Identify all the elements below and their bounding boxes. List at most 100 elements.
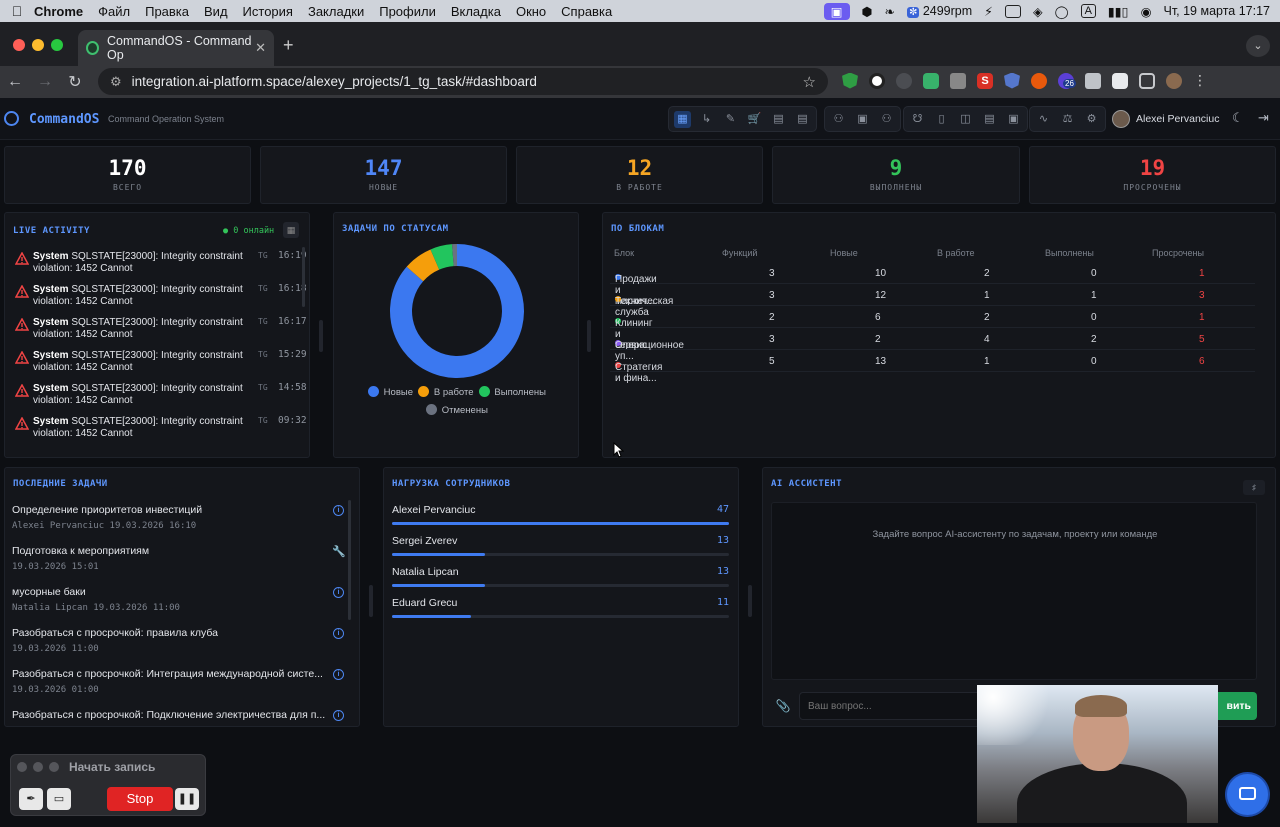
recorder-stop-button[interactable]: Stop [107,787,173,811]
workload-item[interactable]: Eduard Grecu 11 [392,597,729,618]
sun-extension-icon[interactable] [1031,72,1047,89]
window-zoom-button[interactable] [51,39,63,51]
team-icon[interactable]: ⚇ [878,111,895,128]
activity-item[interactable]: System SQLSTATE[23000]: Integrity constr… [15,249,307,282]
resize-handle-4[interactable] [748,585,752,617]
extensions-puzzle-icon[interactable] [1139,72,1155,89]
bolt-icon[interactable]: ⚡ [984,4,993,19]
image-icon[interactable]: ▣ [1005,111,1022,128]
blocks-table-row[interactable]: Клининг и сервис 2 6 2 0 1 [610,306,1255,351]
menu-help[interactable]: Справка [561,4,612,19]
s-extension-icon[interactable]: S [977,72,993,89]
settings-gear-icon[interactable]: ⚙ [1083,111,1100,128]
layers-icon[interactable]: ◈ [1033,4,1043,19]
recorder-screen-icon[interactable]: ▭ [47,788,71,810]
legend-new[interactable]: Новые [368,386,413,398]
reload-icon[interactable]: ↻ [60,72,90,92]
apple-logo-icon[interactable]:  [0,3,34,19]
blocks-table-row[interactable]: Техническая служба 3 12 1 1 3 [610,284,1255,318]
activity-item[interactable]: System SQLSTATE[23000]: Integrity constr… [15,381,307,414]
workload-item[interactable]: Natalia Lipcan 13 [392,566,729,587]
tag-extension-icon[interactable] [1112,72,1128,89]
tasks-scrollbar[interactable] [348,500,351,620]
folder-extension-icon[interactable] [1085,72,1101,89]
stat-card-overdue[interactable]: 19 просрочены [1029,146,1276,204]
cart-icon[interactable]: 🛒 [746,111,763,128]
users-icon[interactable]: ⚇ [830,111,847,128]
stat-card-total[interactable]: 170 всего [4,146,251,204]
activity-icon[interactable]: ∿ [1035,111,1052,128]
archive-icon[interactable]: ▤ [981,111,998,128]
address-bar[interactable]: ⚙ integration.ai-platform.space/alexey_p… [98,68,828,95]
document-edit-icon[interactable]: ✎ [722,111,739,128]
screen-share-icon[interactable]: ▣ [823,2,850,20]
blocks-table-row[interactable]: Операционное уп... 3 2 4 2 5 [610,328,1255,362]
window-minimize-button[interactable] [32,39,44,51]
menu-tab[interactable]: Вкладка [451,4,501,19]
bot-icon[interactable]: ▣ [854,111,871,128]
drive-extension-icon[interactable] [950,72,966,89]
resize-handle-1[interactable] [319,320,323,352]
fan-speed-icon[interactable]: ✼ 2499rpm [906,4,972,18]
bookmark-star-icon[interactable]: ☆ [803,73,816,91]
new-tab-icon[interactable]: + [283,35,294,56]
shield-blue-extension-icon[interactable] [1004,72,1020,89]
leaf-icon[interactable]: ❧ [884,4,894,19]
box-icon[interactable]: ⬢ [862,4,873,19]
site-settings-icon[interactable]: ⚙ [110,74,122,90]
resize-handle-3[interactable] [369,585,373,617]
blocks-table-row[interactable]: Продажи и маркет... 3 10 2 0 1 [610,262,1255,307]
report-icon[interactable]: ▤ [794,111,811,128]
legend-done[interactable]: Выполнены [478,386,546,398]
window-close-button[interactable] [13,39,25,51]
workload-item[interactable]: Sergei Zverev 13 [392,535,729,556]
stat-card-done[interactable]: 9 выполнены [772,146,1020,204]
brand-name[interactable]: CommandOS [29,112,99,127]
structure-icon[interactable]: ☋ [909,111,926,128]
recorder-zoom-button[interactable] [49,762,59,772]
back-icon[interactable]: ← [0,73,30,91]
dashboard-icon[interactable]: ▦ [674,110,691,128]
stat-card-new[interactable]: 147 новые [260,146,507,204]
battery-icon[interactable]: ▮▮▯ [1108,4,1129,19]
mute-icon[interactable]: ♯ [1243,480,1265,495]
menu-history[interactable]: История [243,4,293,19]
puzzle-gray-extension-icon[interactable] [896,72,912,89]
theme-moon-icon[interactable]: ☾ [1232,110,1244,126]
logout-icon[interactable]: ⇥ [1258,110,1269,126]
resize-handle-2[interactable] [587,320,591,352]
badge-extension-icon[interactable]: 26 [1058,72,1076,89]
browser-tab[interactable]: CommandOS - Command Op ✕ [78,30,274,66]
menu-file[interactable]: Файл [98,4,130,19]
calendar-icon[interactable]: ▤ [770,111,787,128]
task-item[interactable]: мусорные баки Natalia Lipcan 19.03.2026 1… [12,586,348,613]
flask-icon[interactable]: ⚖ [1059,111,1076,128]
task-item[interactable]: Определение приоритетов инвестиций Alexei… [12,504,348,531]
recorder-minimize-button[interactable] [33,762,43,772]
workload-item[interactable]: Alexei Pervanciuc 47 [392,504,729,525]
activity-item[interactable]: System SQLSTATE[23000]: Integrity constr… [15,348,307,381]
legend-in-work[interactable]: В работе [418,386,474,398]
tab-search-icon[interactable]: ⌄ [1246,35,1270,57]
capsule-icon[interactable]: ◯ [1055,4,1069,19]
recorder-pause-icon[interactable]: ❚❚ [175,788,199,810]
menu-view[interactable]: Вид [204,4,228,19]
activity-item[interactable]: System SQLSTATE[23000]: Integrity constr… [15,414,307,447]
browser-menu-icon[interactable]: ⋮ [1193,72,1207,89]
task-item[interactable]: Разобраться с просрочкой: Подключение эл… [12,709,348,726]
profile-avatar-icon[interactable] [1166,72,1182,89]
menu-window[interactable]: Окно [516,4,546,19]
attach-paperclip-icon[interactable]: 📎 [773,696,793,716]
activity-scrollbar[interactable] [302,247,305,307]
recorder-close-button[interactable] [17,762,27,772]
activity-toggle-icon[interactable]: ▦ [283,222,299,238]
control-center-icon[interactable]: ◉ [1141,4,1152,19]
book-icon[interactable]: ◫ [957,111,974,128]
clock[interactable]: Чт, 19 марта 17:17 [1163,4,1270,18]
legend-cancelled[interactable]: Отменены [426,404,488,416]
recorder-pen-icon[interactable]: ✒ [19,788,43,810]
blocks-table-row[interactable]: Стратегия и фина... 5 13 1 0 6 [610,350,1255,384]
input-source-icon[interactable]: A [1080,4,1096,18]
tab-close-icon[interactable]: ✕ [255,40,266,56]
task-item[interactable]: Подготовка к мероприятиям 19.03.2026 15:0… [12,545,348,572]
